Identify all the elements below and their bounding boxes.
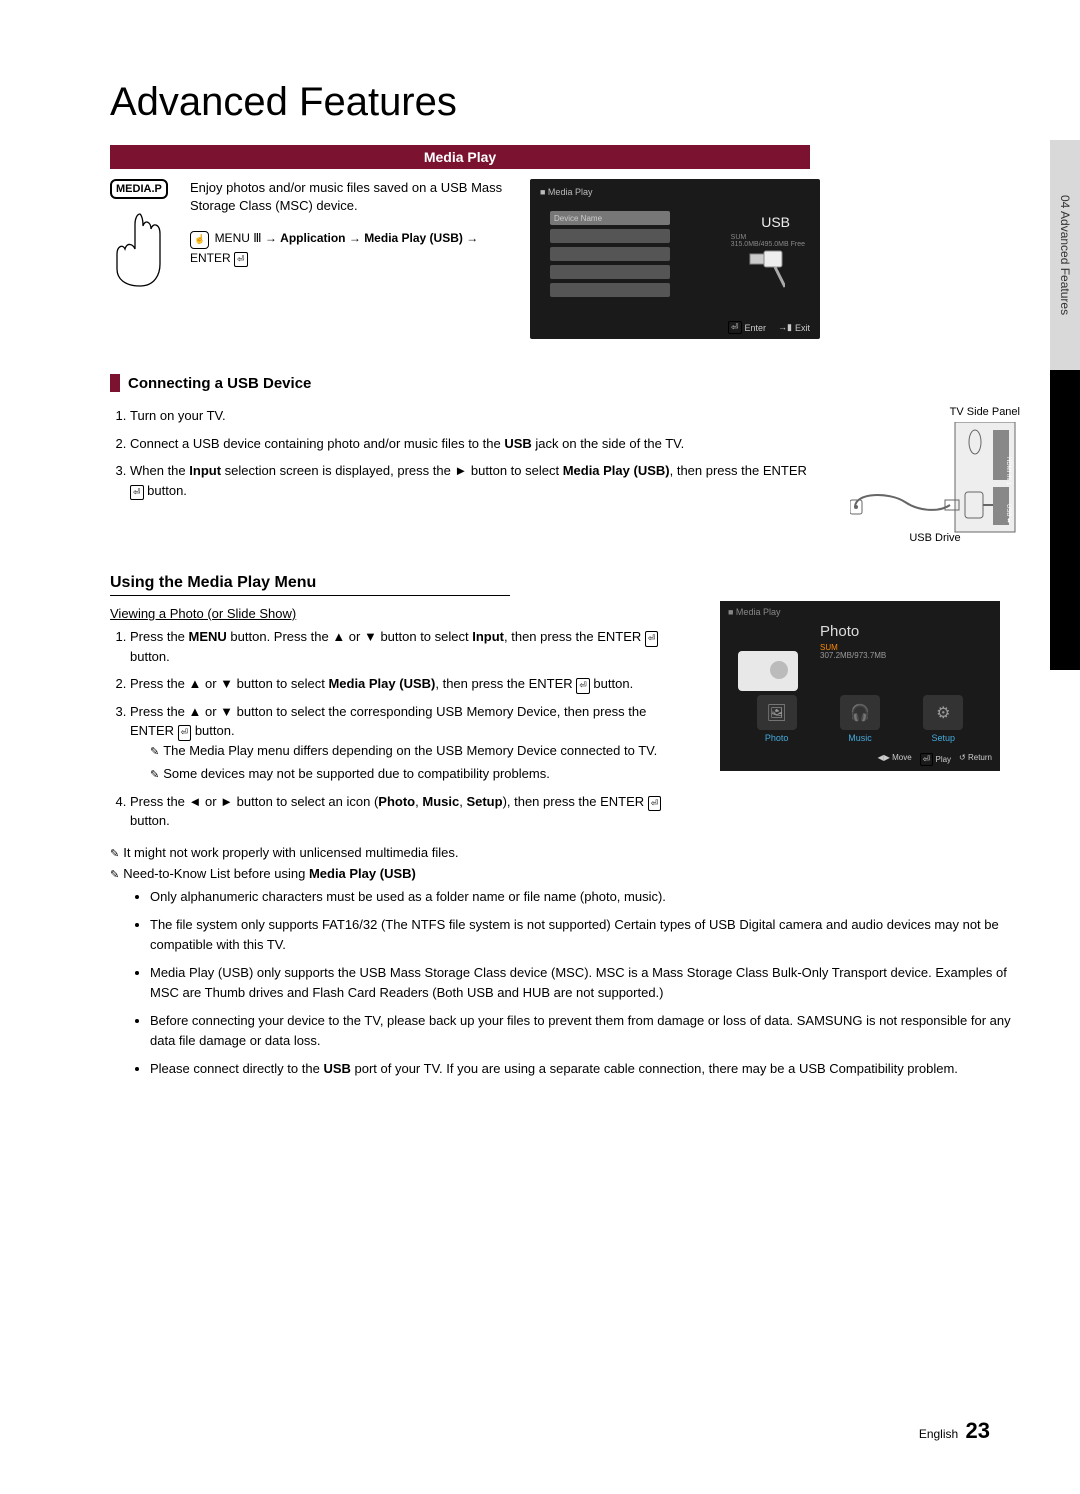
hand-icon [105, 204, 175, 289]
enter-icon: ⏎ [648, 796, 662, 812]
media-play-device-screenshot: ■ Media Play Device Name USB SUM 315.0MB… [530, 179, 820, 339]
svg-text:HDMI IN 1: HDMI IN 1 [1005, 457, 1011, 486]
note-2: Some devices may not be supported due to… [150, 764, 690, 784]
note-need-to-know: Need-to-Know List before using Media Pla… [110, 866, 1020, 881]
photo-icon: 🖼 [757, 695, 797, 730]
ss1-row [550, 229, 670, 243]
mediap-button-label: MEDIA.P [110, 179, 168, 199]
section-head-connecting: Connecting a USB Device [110, 374, 1020, 392]
ss2-move: ◀▶ Move [878, 753, 912, 766]
manual-page: 04 Advanced Features Advanced Features M… [0, 0, 1080, 1494]
tv-side-panel-label: TV Side Panel [850, 406, 1020, 418]
usb-plug-icon [745, 249, 785, 289]
enter-icon: ⏎ [234, 252, 248, 268]
footer-page: 23 [966, 1418, 990, 1443]
viewing-photo-subheading: Viewing a Photo (or Slide Show) [110, 606, 690, 621]
ss1-row-selected: Device Name [550, 211, 670, 225]
vstep-2: Press the ▲ or ▼ button to select Media … [130, 674, 690, 694]
setup-icon: ⚙ [923, 695, 963, 730]
ss2-play: ⏎ Play [920, 753, 951, 766]
side-tab-label: 04 Advanced Features [1058, 195, 1072, 315]
tv-side-panel-illustration: HDMI IN 1 USB ⬌ [850, 422, 1020, 537]
ss2-photo-icon: 🖼Photo [749, 695, 804, 743]
ss2-icon-row: 🖼Photo 🎧Music ⚙Setup [720, 695, 1000, 743]
section-bar [110, 374, 120, 392]
note-1: The Media Play menu differs depending on… [150, 741, 690, 761]
using-left: Viewing a Photo (or Slide Show) Press th… [110, 596, 690, 839]
side-tab-dark [1050, 370, 1080, 670]
ss1-enter: ⏎Enter [728, 321, 766, 334]
using-right: ■ Media Play Photo SUM 307.2MB/973.7MB 🖼… [720, 596, 1020, 839]
bullet-3: Media Play (USB) only supports the USB M… [150, 963, 1020, 1003]
page-title: Advanced Features [110, 80, 1020, 125]
media-play-banner: Media Play [110, 145, 810, 169]
vstep-3: Press the ▲ or ▼ button to select the co… [130, 702, 690, 784]
steps-list: Turn on your TV. Connect a USB device co… [110, 406, 820, 500]
enter-icon: ⏎ [920, 753, 934, 766]
menu-path-text: MENU Ⅲ → Application → Media Play (USB) … [190, 231, 478, 265]
vstep-4: Press the ◄ or ► button to select an ico… [130, 792, 690, 831]
need-to-know-list: Only alphanumeric characters must be use… [110, 887, 1020, 1080]
ss1-exit: →▮ Exit [778, 321, 810, 334]
bullet-5: Please connect directly to the USB port … [150, 1059, 1020, 1079]
step-3: When the Input selection screen is displ… [130, 461, 820, 500]
using-two-col: Viewing a Photo (or Slide Show) Press th… [110, 596, 1020, 839]
footer-lang: English [919, 1427, 958, 1441]
connecting-steps: Turn on your TV. Connect a USB device co… [110, 406, 820, 544]
intro-description: Enjoy photos and/or music files saved on… [190, 179, 510, 215]
ss1-usb-label: USB [761, 214, 790, 230]
ss1-row [550, 247, 670, 261]
vstep-1: Press the MENU button. Press the ▲ or ▼ … [130, 627, 690, 666]
enter-icon: ⏎ [576, 678, 590, 694]
connecting-two-col: Turn on your TV. Connect a USB device co… [110, 406, 1020, 544]
section-title: Connecting a USB Device [128, 375, 311, 392]
ss2-setup-icon: ⚙Setup [916, 695, 971, 743]
ss1-footer: ⏎Enter →▮ Exit [728, 321, 810, 334]
step-2: Connect a USB device containing photo an… [130, 434, 820, 454]
ss1-row [550, 265, 670, 279]
ss1-free-label: 315.0MB/495.0MB Free [731, 241, 805, 248]
bullet-1: Only alphanumeric characters must be use… [150, 887, 1020, 907]
remote-button-illustration: MEDIA.P [110, 179, 180, 289]
ss2-footer: ◀▶ Move ⏎ Play ↺ Return [878, 753, 992, 766]
ss1-sum-label: SUM [731, 234, 747, 241]
intro-text-block: Enjoy photos and/or music files saved on… [190, 179, 510, 339]
viewing-steps: Press the MENU button. Press the ▲ or ▼ … [110, 627, 690, 831]
svg-text:USB ⬌: USB ⬌ [1005, 504, 1011, 523]
ss2-header: ■ Media Play [728, 607, 780, 617]
ss1-header: ■ Media Play [540, 187, 592, 197]
step-1: Turn on your TV. [130, 406, 820, 426]
media-play-menu-screenshot: ■ Media Play Photo SUM 307.2MB/973.7MB 🖼… [720, 601, 1000, 771]
side-panel-col: TV Side Panel HDMI IN 1 USB ⬌ USB Drive [850, 406, 1020, 544]
intro-row: MEDIA.P Enjoy photos and/or music files … [110, 179, 1020, 339]
enter-icon: ⏎ [728, 321, 742, 334]
vstep-3-notes: The Media Play menu differs depending on… [130, 741, 690, 784]
ss2-return: ↺ Return [959, 753, 992, 766]
intro-left: MEDIA.P Enjoy photos and/or music files … [110, 179, 510, 339]
ss1-row [550, 283, 670, 297]
note-unlicensed: It might not work properly with unlicens… [110, 845, 1020, 860]
intro-menu-path: ☝ MENU Ⅲ → Application → Media Play (USB… [190, 229, 510, 267]
using-media-play-heading: Using the Media Play Menu [110, 574, 510, 596]
enter-icon: ⏎ [178, 725, 192, 741]
menu-hand-icon: ☝ [190, 231, 209, 249]
enter-icon: ⏎ [645, 631, 659, 647]
ss2-music-icon: 🎧Music [832, 695, 887, 743]
bullet-4: Before connecting your device to the TV,… [150, 1011, 1020, 1051]
enter-icon: ⏎ [130, 485, 144, 501]
page-footer: English 23 [919, 1418, 990, 1444]
ss2-size: 307.2MB/973.7MB [820, 651, 886, 660]
side-tab: 04 Advanced Features [1050, 140, 1080, 370]
ss1-device-list: Device Name [550, 211, 670, 301]
music-icon: 🎧 [840, 695, 880, 730]
camera-icon [738, 651, 798, 691]
ss2-title: Photo [820, 623, 859, 640]
bullet-2: The file system only supports FAT16/32 (… [150, 915, 1020, 955]
ss1-sum: SUM 315.0MB/495.0MB Free [731, 234, 805, 248]
